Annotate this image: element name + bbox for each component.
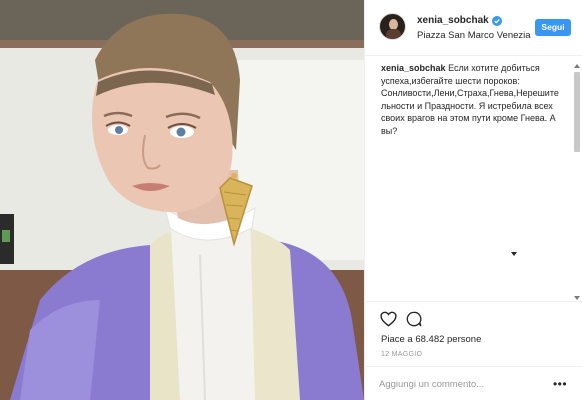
likes-count[interactable]: Piace a 68.482 persone (381, 334, 481, 345)
post-actions (379, 310, 431, 328)
username-link[interactable]: xenia_sobchak (417, 15, 489, 26)
post-date[interactable]: 12 MAGGIO (381, 351, 422, 358)
username-row: xenia_sobchak (417, 15, 502, 26)
avatar-body (386, 29, 401, 39)
comment-icon[interactable] (405, 310, 423, 328)
follow-button[interactable]: Segui (535, 19, 571, 36)
scroll-down-arrow-icon[interactable] (574, 296, 580, 300)
scroll-up-arrow-icon[interactable] (574, 64, 580, 68)
more-options-icon[interactable]: ••• (553, 377, 567, 391)
comment-bar: ••• (365, 366, 582, 400)
caption-username[interactable]: xenia_sobchak (381, 63, 446, 73)
avatar[interactable] (379, 13, 406, 40)
selfie-illustration (0, 0, 364, 400)
chevron-down-icon[interactable] (511, 252, 517, 256)
caption: xenia_sobchak Если хотите добиться успех… (381, 62, 559, 137)
verified-badge-icon (491, 15, 502, 26)
comments-area: xenia_sobchak Если хотите добиться успех… (365, 56, 582, 302)
post-side-panel: xenia_sobchak Piazza San Marco Venezia S… (364, 0, 582, 400)
location-link[interactable]: Piazza San Marco Venezia (417, 30, 531, 41)
caption-text: Если хотите добиться успеха,избегайте ше… (381, 63, 559, 136)
comments-scrollbar[interactable] (574, 64, 580, 300)
comment-input[interactable] (379, 376, 539, 392)
heart-icon[interactable] (379, 310, 397, 328)
scroll-thumb[interactable] (574, 72, 580, 152)
post-photo[interactable] (0, 0, 364, 400)
post-header: xenia_sobchak Piazza San Marco Venezia S… (365, 0, 582, 56)
